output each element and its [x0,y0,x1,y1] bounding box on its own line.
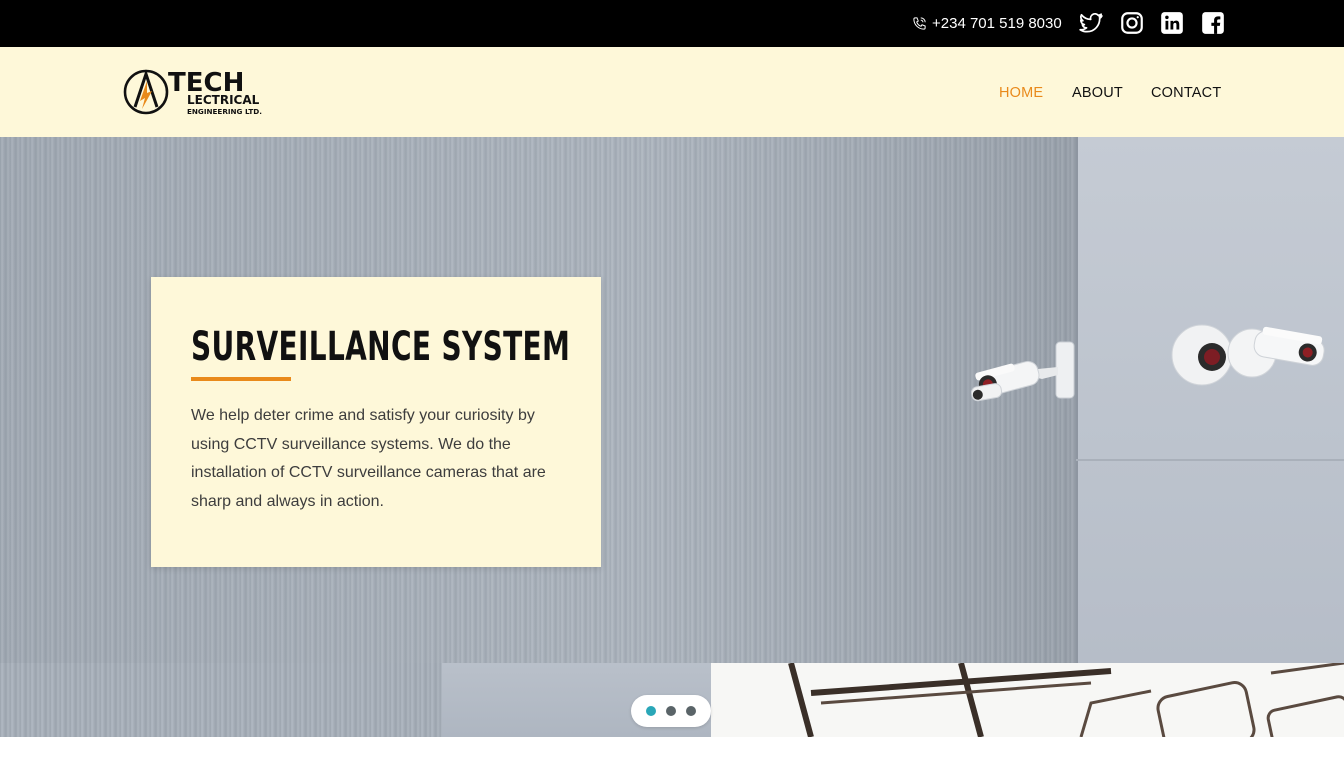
carousel-pagination [631,695,711,727]
carousel-dot-2[interactable] [666,706,676,716]
company-logo[interactable]: TECH LECTRICAL ENGINEERING LTD. [123,67,283,117]
hero-card: SURVEILLANCE SYSTEM We help deter crime … [151,277,601,567]
logo-mark: TECH LECTRICAL ENGINEERING LTD. [123,68,262,116]
nav-item-about[interactable]: ABOUT [1072,85,1123,103]
nav-about-link[interactable]: ABOUT [1072,85,1123,101]
phone-contact[interactable]: +234 701 519 8030 [912,13,1062,33]
logo-text-engineering: ENGINEERING LTD. [187,107,262,116]
hero-description: We help deter crime and satisfy your cur… [191,407,546,511]
facebook-link[interactable] [1200,10,1226,36]
phone-number: +234 701 519 8030 [932,14,1062,32]
twitter-link[interactable] [1078,10,1104,36]
nav-item-home[interactable]: HOME [999,85,1043,103]
phone-icon [913,16,926,30]
title-underline [191,377,291,381]
next-section-image-left [0,663,442,737]
carousel-dot-1[interactable] [646,706,656,716]
instagram-link[interactable] [1119,10,1145,36]
facebook-icon [1202,12,1224,34]
hero-concrete-wall [1076,137,1344,663]
cctv-camera-icon [970,341,1075,402]
wall-seam [1076,459,1344,461]
carousel-dot-3[interactable] [686,706,696,716]
linkedin-icon [1161,12,1183,34]
twitter-icon [1079,13,1103,33]
blueprint-lines [788,663,1344,737]
top-bar: +234 701 519 8030 [0,0,1344,47]
hero-title: SURVEILLANCE SYSTEM [191,324,571,370]
instagram-icon [1121,12,1143,34]
cctv-camera-pair-icon [1171,324,1325,386]
nav-contact-link[interactable]: CONTACT [1151,85,1221,101]
nav-home-link[interactable]: HOME [999,85,1043,101]
linkedin-link[interactable] [1159,10,1185,36]
logo-text-lectrical: LECTRICAL [187,93,260,107]
blueprint-image [711,663,1344,737]
nav-item-contact[interactable]: CONTACT [1151,85,1221,103]
